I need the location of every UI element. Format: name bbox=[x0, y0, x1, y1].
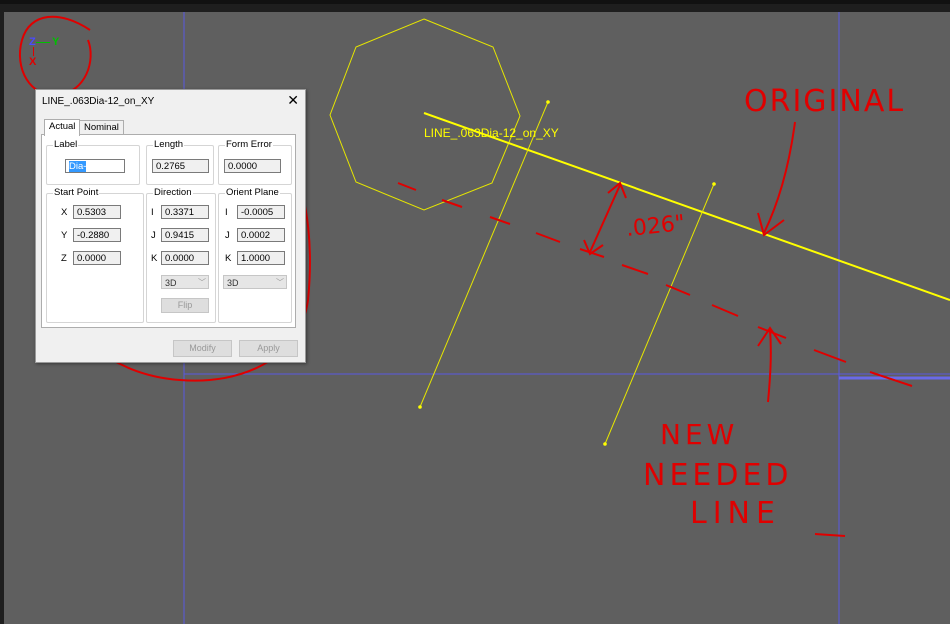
start-y-field[interactable]: -0.2880 bbox=[73, 228, 121, 242]
edge-line-left-end-dot bbox=[418, 405, 422, 409]
direction-i-label: I bbox=[151, 207, 154, 218]
label-group: Label Dia-12_on_XY bbox=[46, 139, 140, 185]
start-z-field[interactable]: 0.0000 bbox=[73, 251, 121, 265]
triad-x-axis-line bbox=[33, 47, 34, 56]
start-point-group: Start Point X 0.5303 Y -0.2880 Z 0.0000 bbox=[46, 187, 144, 323]
orient-j-label: J bbox=[225, 230, 230, 241]
edge-line-left-start-dot bbox=[546, 100, 550, 104]
octagon-feature[interactable] bbox=[329, 18, 521, 211]
direction-i-field[interactable]: 0.3371 bbox=[161, 205, 209, 219]
orient-mode-value: 3D bbox=[227, 278, 239, 288]
apply-button[interactable]: Apply bbox=[239, 340, 298, 357]
feature-label[interactable]: LINE_.063Dia-12_on_XY bbox=[424, 126, 559, 140]
direction-mode-select[interactable]: 3D ﹀ bbox=[161, 275, 209, 289]
annotation-original: ORIGINAL bbox=[744, 84, 906, 119]
chevron-down-icon: ﹀ bbox=[276, 278, 284, 287]
tab-nominal[interactable]: Nominal bbox=[79, 120, 124, 135]
length-group: Length 0.2765 bbox=[146, 139, 214, 185]
markup-offset-arrow bbox=[583, 181, 627, 256]
orient-k-label: K bbox=[225, 253, 232, 264]
direction-mode-value: 3D bbox=[165, 278, 177, 288]
length-group-title: Length bbox=[153, 139, 185, 150]
edge-line-right-start-dot bbox=[712, 182, 716, 186]
feature-properties-dialog[interactable]: LINE_.063Dia-12_on_XY ✕ Actual Nominal L… bbox=[35, 89, 306, 363]
start-x-field[interactable]: 0.5303 bbox=[73, 205, 121, 219]
orient-j-field[interactable]: 0.0002 bbox=[237, 228, 285, 242]
original-line[interactable] bbox=[423, 112, 950, 301]
form-error-group-title: Form Error bbox=[225, 139, 273, 150]
markup-underline bbox=[814, 533, 846, 537]
form-error-group: Form Error 0.0000 bbox=[218, 139, 292, 185]
annotation-line: LINE bbox=[690, 496, 781, 531]
modify-button[interactable]: Modify bbox=[173, 340, 232, 357]
length-field[interactable]: 0.2765 bbox=[152, 159, 209, 173]
edge-line-right-end-dot bbox=[603, 442, 607, 446]
direction-group-title: Direction bbox=[153, 187, 193, 198]
form-error-field[interactable]: 0.0000 bbox=[224, 159, 281, 173]
annotation-needed: NEEDED bbox=[643, 458, 793, 493]
direction-j-field[interactable]: 0.9415 bbox=[161, 228, 209, 242]
start-y-label: Y bbox=[61, 230, 68, 241]
flip-button[interactable]: Flip bbox=[161, 298, 209, 313]
start-x-label: X bbox=[61, 207, 68, 218]
tab-panel-actual: Label Dia-12_on_XY Length 0.2765 Form Er… bbox=[41, 134, 296, 328]
dialog-title: LINE_.063Dia-12_on_XY bbox=[42, 96, 155, 107]
orient-k-field[interactable]: 1.0000 bbox=[237, 251, 285, 265]
orient-i-label: I bbox=[225, 207, 228, 218]
close-icon[interactable]: ✕ bbox=[287, 93, 299, 107]
direction-k-label: K bbox=[151, 253, 158, 264]
tab-actual[interactable]: Actual bbox=[44, 119, 81, 136]
chevron-down-icon: ﹀ bbox=[198, 278, 206, 287]
markup-arrow-original bbox=[757, 121, 796, 237]
triad-y-axis-line bbox=[36, 42, 50, 43]
start-point-group-title: Start Point bbox=[53, 187, 100, 198]
orient-plane-group-title: Orient Plane bbox=[225, 187, 280, 198]
direction-j-label: J bbox=[151, 230, 156, 241]
direction-group: Direction I 0.3371 J 0.9415 K 0.0000 3D … bbox=[146, 187, 216, 323]
direction-k-field[interactable]: 0.0000 bbox=[161, 251, 209, 265]
markup-arrow-new-line bbox=[757, 326, 782, 403]
edge-line-left[interactable] bbox=[419, 101, 549, 408]
triad-x-axis: X bbox=[29, 56, 37, 68]
triad-y-axis: Y bbox=[52, 36, 60, 48]
annotation-new: NEW bbox=[660, 418, 739, 451]
label-field[interactable]: Dia-12_on_XY bbox=[65, 159, 125, 173]
orient-mode-select[interactable]: 3D ﹀ bbox=[223, 275, 287, 289]
orient-plane-group: Orient Plane I -0.0005 J 0.0002 K 1.0000… bbox=[218, 187, 292, 323]
label-group-title: Label bbox=[53, 139, 79, 150]
start-z-label: Z bbox=[61, 253, 67, 264]
orient-i-field[interactable]: -0.0005 bbox=[237, 205, 285, 219]
label-field-value: Dia-12_on_XY bbox=[69, 161, 114, 172]
